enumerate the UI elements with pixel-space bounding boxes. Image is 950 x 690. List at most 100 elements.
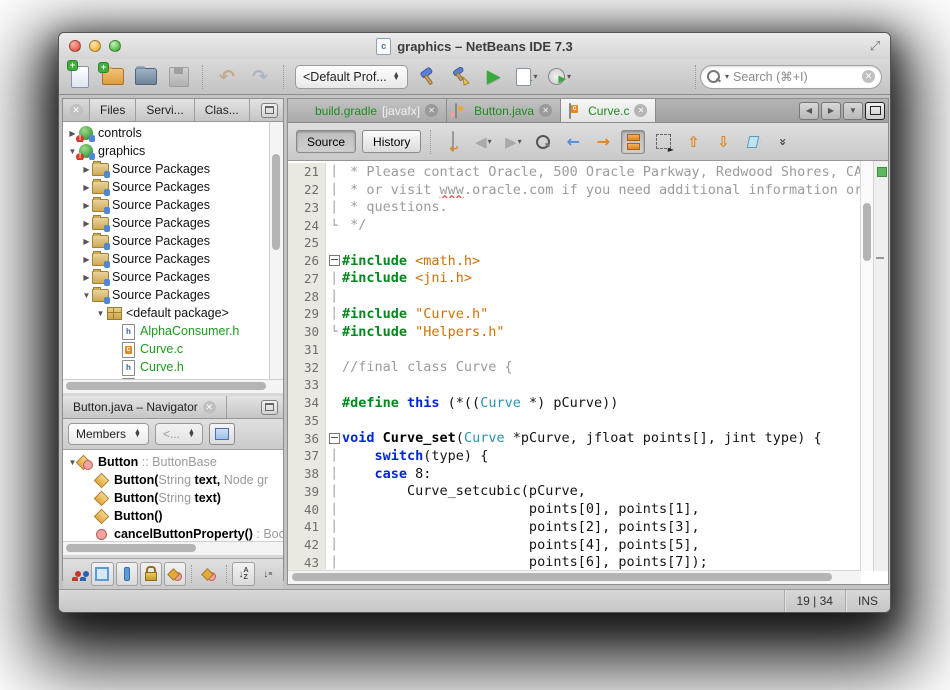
show-fields-icon[interactable] xyxy=(91,562,113,586)
toggle-bookmark-icon[interactable] xyxy=(741,130,765,154)
tab-list-dropdown-button[interactable]: ▼ xyxy=(843,102,863,120)
clear-search-icon[interactable]: ✕ xyxy=(862,70,875,83)
code-line[interactable]: 26#include <math.h> xyxy=(288,252,861,270)
navigator-item[interactable]: ▼Button :: ButtonBase xyxy=(63,453,283,471)
previous-occurrence-icon[interactable]: ← xyxy=(561,130,585,154)
navigator-horizontal-scrollbar[interactable] xyxy=(63,541,283,555)
tree-item[interactable]: ▼Source Packages xyxy=(63,286,270,304)
back-icon[interactable]: ◀▾ xyxy=(471,130,495,154)
scrollbar-thumb[interactable] xyxy=(66,544,196,552)
code-line[interactable]: 31 xyxy=(288,341,861,359)
tree-item[interactable]: ▶controls xyxy=(63,124,270,142)
tree-expand-icon[interactable]: ▶ xyxy=(81,183,92,192)
navigator-item[interactable]: cancelButtonProperty() : Boolea xyxy=(63,525,283,541)
code-line[interactable]: 32//final class Curve { xyxy=(288,358,861,376)
run-icon[interactable]: ▶ xyxy=(481,64,507,90)
scroll-tabs-left-button[interactable]: ◀ xyxy=(799,102,819,120)
sort-source-icon[interactable]: ↓≡ xyxy=(257,562,279,586)
tree-expand-icon[interactable]: ▼ xyxy=(81,291,92,300)
new-project-icon[interactable] xyxy=(100,64,126,90)
code-line[interactable]: 39│ Curve_setcubic(pCurve, xyxy=(288,483,861,501)
code-line[interactable]: 42│ points[4], points[5], xyxy=(288,536,861,554)
new-file-icon[interactable] xyxy=(67,64,93,90)
scrollbar-thumb[interactable] xyxy=(272,154,280,250)
tree-item[interactable]: ▶Source Packages xyxy=(63,196,270,214)
profile-icon[interactable]: ▶▾ xyxy=(547,64,573,90)
code-line[interactable]: 41│ points[2], points[3], xyxy=(288,518,861,536)
code-line[interactable]: 38│ case 8: xyxy=(288,465,861,483)
tree-expand-icon[interactable]: ▶ xyxy=(81,237,92,246)
tree-item[interactable]: Curve.c xyxy=(63,340,270,358)
code-line[interactable]: 40│ points[0], points[1], xyxy=(288,500,861,518)
show-classes-icon[interactable] xyxy=(164,562,186,586)
next-bookmark-icon[interactable]: ⇩ xyxy=(711,130,735,154)
forward-icon[interactable]: ▶▾ xyxy=(501,130,525,154)
scrollbar-thumb[interactable] xyxy=(66,382,266,390)
tree-expand-icon[interactable]: ▶ xyxy=(81,201,92,210)
configuration-dropdown[interactable]: <Default Prof... ▲▼ xyxy=(295,65,408,89)
previous-bookmark-icon[interactable]: ⇧ xyxy=(681,130,705,154)
code-line[interactable]: 28│ xyxy=(288,287,861,305)
tree-item[interactable]: ▶Source Packages xyxy=(63,214,270,232)
next-occurrence-icon[interactable]: → xyxy=(591,130,615,154)
tree-item[interactable]: hCurve.h xyxy=(63,358,270,376)
search-options-arrow-icon[interactable]: ▾ xyxy=(725,72,729,81)
navigator-item[interactable]: Button(String text) xyxy=(63,489,283,507)
tree-expand-icon[interactable]: ▼ xyxy=(95,309,106,318)
tree-item[interactable]: ▶Source Packages xyxy=(63,250,270,268)
navigator-item[interactable]: Button(String text, Node gr xyxy=(63,471,283,489)
editor-horizontal-scrollbar[interactable] xyxy=(288,570,861,584)
tree-item[interactable]: ▼graphics xyxy=(63,142,270,160)
navigator-filter-dropdown[interactable]: Members ▲▼ xyxy=(68,423,149,445)
tree-item[interactable]: ▶Source Packages xyxy=(63,160,270,178)
tree-expand-icon[interactable]: ▶ xyxy=(81,255,92,264)
navigator-panel-button[interactable] xyxy=(209,423,235,445)
explorer-tab-servi[interactable]: Servi... xyxy=(136,99,194,121)
rectangular-selection-icon[interactable] xyxy=(651,130,675,154)
code-line[interactable]: 27│#include <jni.h> xyxy=(288,270,861,288)
code-line[interactable]: 36void Curve_set(Curve *pCurve, jfloat p… xyxy=(288,429,861,447)
redo-icon[interactable]: ↷ xyxy=(247,64,273,90)
close-icon[interactable]: ✕ xyxy=(425,104,438,117)
editor-tab-buildgradle[interactable]: build.gradle [javafx]✕ xyxy=(288,99,447,122)
find-icon[interactable] xyxy=(531,130,555,154)
code-line[interactable]: 29│#include "Curve.h" xyxy=(288,305,861,323)
history-view-button[interactable]: History xyxy=(362,130,421,153)
tree-item[interactable]: ▶Source Packages xyxy=(63,268,270,286)
projects-vertical-scrollbar[interactable] xyxy=(269,122,283,379)
close-tab-group[interactable]: ✕ xyxy=(63,99,90,121)
explorer-tab-files[interactable]: Files xyxy=(90,99,136,121)
scrollbar-thumb[interactable] xyxy=(863,203,871,261)
scroll-tabs-right-button[interactable]: ▶ xyxy=(821,102,841,120)
tree-item[interactable]: ▼<default package> xyxy=(63,304,270,322)
navigator-item[interactable]: Button() xyxy=(63,507,283,525)
open-project-icon[interactable] xyxy=(133,64,159,90)
tree-expand-icon[interactable]: ▶ xyxy=(81,165,92,174)
save-all-icon[interactable] xyxy=(166,64,192,90)
toggle-highlight-icon[interactable] xyxy=(621,130,645,154)
fold-marker[interactable] xyxy=(326,429,342,447)
minimize-panel-button[interactable] xyxy=(261,103,278,118)
undo-icon[interactable]: ↶ xyxy=(214,64,240,90)
scrollbar-thumb[interactable] xyxy=(292,573,832,581)
code-line[interactable]: 37│ switch(type) { xyxy=(288,447,861,465)
code-line[interactable]: 33 xyxy=(288,376,861,394)
tree-item[interactable]: hAlphaConsumer.h xyxy=(63,322,270,340)
code-line[interactable]: 43│ points[6], points[7]); xyxy=(288,554,861,572)
editor-tab-buttonjava[interactable]: Button.java✕ xyxy=(447,99,561,122)
code-editor[interactable]: 21│ * Please contact Oracle, 500 Oracle … xyxy=(288,161,888,584)
static-members-icon[interactable] xyxy=(198,562,220,586)
show-bar-icon[interactable] xyxy=(116,562,138,586)
non-public-icon[interactable] xyxy=(140,562,162,586)
build-icon[interactable] xyxy=(415,64,441,90)
editor-tab-curvec[interactable]: Curve.c✕ xyxy=(561,99,656,122)
tree-item[interactable]: ▶Source Packages xyxy=(63,232,270,250)
navigator-tab[interactable]: Button.java – Navigator ✕ xyxy=(63,396,227,418)
maximize-editor-button[interactable] xyxy=(865,102,885,120)
error-stripe[interactable] xyxy=(873,161,888,571)
code-line[interactable]: 35 xyxy=(288,412,861,430)
code-line[interactable]: 21│ * Please contact Oracle, 500 Oracle … xyxy=(288,163,861,181)
code-line[interactable]: 23│ * questions. xyxy=(288,199,861,217)
code-line[interactable]: 24└ */ xyxy=(288,216,861,234)
minimize-panel-button[interactable] xyxy=(261,400,278,415)
